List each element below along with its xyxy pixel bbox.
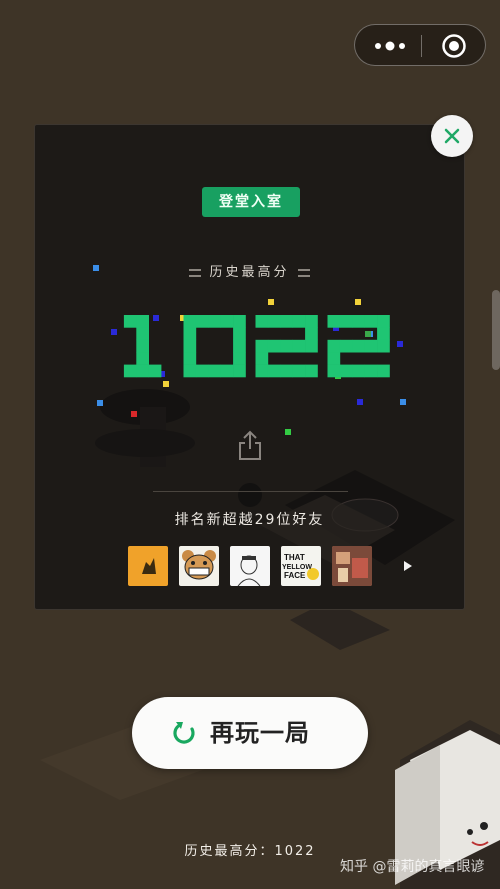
score-pixel — [255, 352, 269, 365]
score-digit — [183, 315, 246, 378]
score-pixel — [339, 315, 353, 328]
score-pixel — [267, 339, 281, 353]
divider-line — [153, 491, 348, 492]
score-pixel — [195, 364, 209, 378]
score-pixel — [292, 339, 306, 353]
score-pixel — [183, 327, 197, 341]
score-pixel — [183, 364, 197, 378]
score-pixel — [352, 315, 365, 328]
friend-avatar-4[interactable]: THAT YELLOW FACE — [281, 546, 321, 586]
score-pixel — [136, 364, 149, 378]
score-pixel — [255, 339, 269, 353]
score-value — [123, 315, 390, 378]
score-pixel — [305, 339, 318, 353]
score-pixel — [305, 327, 318, 341]
menu-capsule — [354, 24, 486, 66]
score-pixel — [255, 364, 269, 378]
score-pixel — [377, 364, 390, 378]
score-pixel — [233, 364, 246, 378]
score-pixel — [327, 339, 341, 353]
score-pixel — [255, 315, 269, 328]
score-pixel — [183, 315, 197, 328]
score-pixel — [364, 364, 378, 378]
close-button[interactable] — [431, 115, 473, 157]
score-pixel — [233, 315, 246, 328]
result-panel: 登堂入室 历史最高分 排名新超越29位好友 THAT YELLOW FACE — [34, 124, 465, 610]
rank-surpass-text: 排名新超越29位好友 — [174, 512, 325, 528]
score-pixel — [305, 315, 318, 328]
score-pixel — [352, 339, 365, 353]
replay-label: 再玩一局 — [210, 719, 310, 747]
score-pixel — [339, 364, 353, 378]
score-pixel — [327, 352, 341, 365]
score-pixel — [280, 315, 293, 328]
score-pixel — [364, 315, 378, 328]
record-target-icon[interactable] — [441, 33, 467, 59]
score-pixel — [220, 315, 234, 328]
score-pixel — [233, 327, 246, 341]
score-pixel — [148, 364, 162, 378]
replay-button[interactable]: 再玩一局 — [132, 697, 368, 769]
score-pixel — [352, 364, 365, 378]
svg-text:YELLOW: YELLOW — [282, 564, 312, 571]
score-pixel — [267, 315, 281, 328]
score-pixel — [136, 352, 149, 365]
score-pixel — [292, 315, 306, 328]
score-pixel — [136, 339, 149, 353]
score-pixel — [267, 364, 281, 378]
watermark: 知乎 @雷莉的真言眼谚 — [340, 859, 485, 875]
friend-avatar-3[interactable] — [230, 546, 270, 586]
score-pixel — [220, 364, 234, 378]
score-pixel — [377, 315, 390, 328]
friend-avatar-2[interactable] — [179, 546, 219, 586]
score-pixel — [195, 315, 209, 328]
score-pixel — [292, 364, 306, 378]
close-icon — [444, 128, 460, 144]
score-pixel — [327, 315, 341, 328]
more-dots-icon[interactable] — [373, 37, 419, 55]
scroll-handle[interactable] — [492, 290, 500, 370]
score-pixel — [123, 364, 137, 378]
friend-avatar-1[interactable] — [128, 546, 168, 586]
score-pixel — [377, 327, 390, 341]
score-pixel — [208, 315, 221, 328]
score-pixel — [364, 339, 378, 353]
score-pixel — [123, 315, 137, 328]
score-pixel — [208, 364, 221, 378]
score-pixel — [305, 364, 318, 378]
svg-text:THAT: THAT — [284, 553, 305, 562]
svg-text:FACE: FACE — [284, 571, 306, 580]
share-icon[interactable] — [237, 429, 263, 461]
score-pixel — [233, 352, 246, 365]
refresh-icon — [173, 722, 195, 744]
capsule-divider — [421, 35, 422, 57]
score-pixel — [136, 327, 149, 341]
score-pixel — [327, 364, 341, 378]
score-pixel — [183, 339, 197, 353]
score-digit — [327, 315, 390, 378]
score-pixel — [377, 339, 390, 353]
score-digit — [255, 315, 318, 378]
score-pixel — [136, 315, 149, 328]
score-digit — [123, 315, 162, 378]
score-pixel — [183, 352, 197, 365]
score-display — [93, 265, 406, 435]
score-pixel — [280, 364, 293, 378]
score-pixel — [233, 339, 246, 353]
score-pixel — [280, 339, 293, 353]
friend-avatar-5[interactable] — [332, 546, 372, 586]
score-pixel — [339, 339, 353, 353]
chevron-right-icon[interactable] — [404, 561, 412, 571]
